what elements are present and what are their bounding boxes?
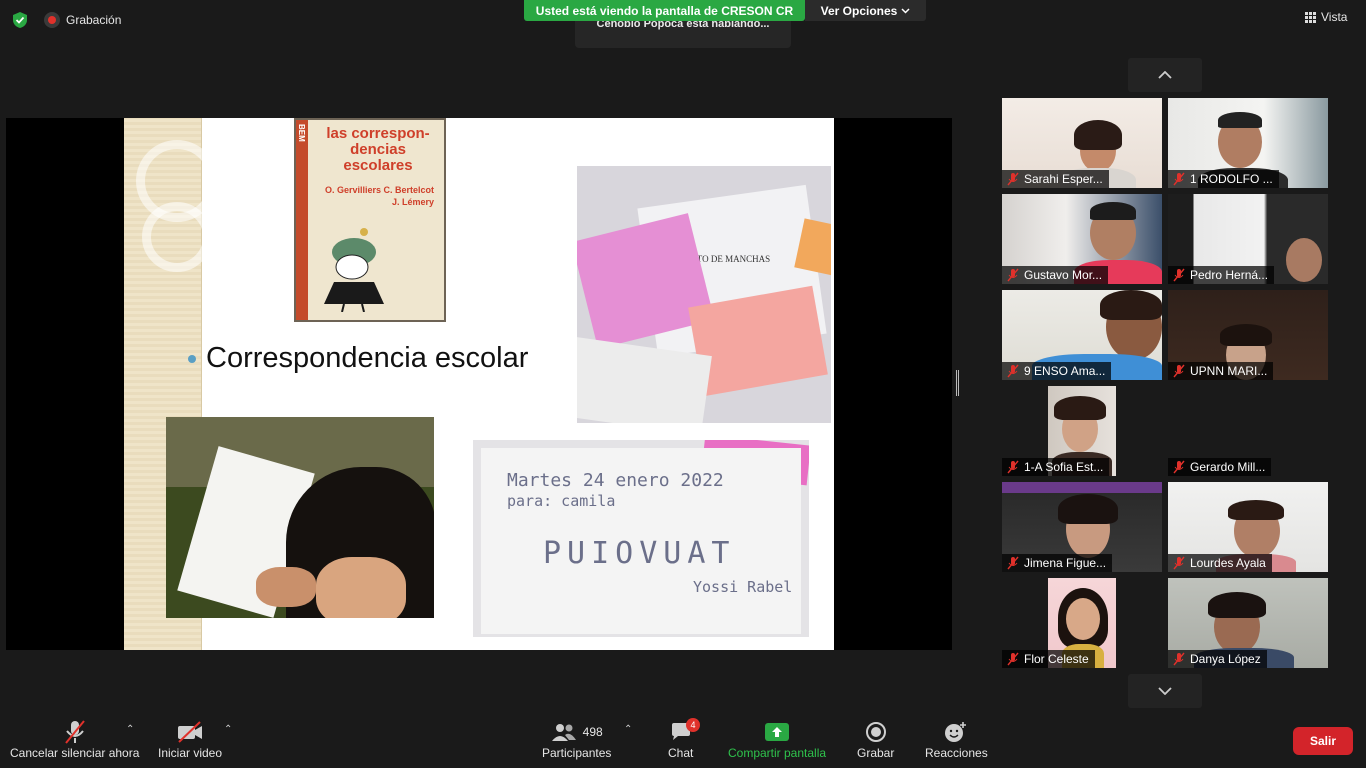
resize-splitter[interactable] <box>956 370 959 396</box>
mic-off-icon <box>1007 652 1019 666</box>
mic-off-icon <box>1173 556 1185 570</box>
girl-reading-photo <box>166 417 434 618</box>
start-video-label: Iniciar video <box>158 746 223 760</box>
participants-button[interactable]: 498 Participantes <box>542 718 611 760</box>
view-button[interactable]: Vista <box>1305 10 1347 24</box>
participant-tile[interactable]: Flor Celeste <box>1002 578 1162 668</box>
participant-tile[interactable]: Jimena Figue... <box>1002 482 1162 572</box>
share-screen-icon <box>764 718 790 746</box>
participant-name: Jimena Figue... <box>1024 556 1107 570</box>
participant-tile[interactable]: 1-A Sofia Est... <box>1002 386 1162 476</box>
share-screen-button[interactable]: Compartir pantalla <box>728 718 826 760</box>
participant-name: 1 RODOLFO ... <box>1190 172 1273 186</box>
participant-name: Gerardo Mill... <box>1190 460 1266 474</box>
reactions-icon <box>944 718 968 746</box>
participant-name: Lourdes Ayala <box>1190 556 1266 570</box>
record-label: Grabar <box>857 746 895 760</box>
participant-tile[interactable]: Sarahi Esper... <box>1002 98 1162 188</box>
participant-name: Sarahi Esper... <box>1024 172 1103 186</box>
participant-tile[interactable]: Pedro Herná... <box>1168 194 1328 284</box>
participant-tile[interactable]: Lourdes Ayala <box>1168 482 1328 572</box>
mic-off-icon <box>1173 172 1185 186</box>
mic-off-icon <box>1007 268 1019 282</box>
view-label: Vista <box>1321 10 1348 24</box>
mic-off-icon <box>1007 460 1019 474</box>
participant-tile[interactable]: UPNN MARI... <box>1168 290 1328 380</box>
participant-tile[interactable]: Gerardo Mill... <box>1168 386 1328 476</box>
gallery-scroll-up-button[interactable] <box>1128 58 1202 92</box>
start-video-button[interactable]: Iniciar video <box>158 718 222 760</box>
video-options-caret-icon[interactable]: ⌃ <box>224 724 232 735</box>
mic-off-icon <box>1007 364 1019 378</box>
note-to-line: para: camila <box>507 492 616 510</box>
chevron-up-icon <box>1158 71 1172 79</box>
note-date-line: Martes 24 enero 2022 <box>507 470 724 491</box>
participant-name: Flor Celeste <box>1024 652 1089 666</box>
handwritten-note-photo: Martes 24 enero 2022 para: camila PUIOVU… <box>473 440 809 637</box>
participant-tile[interactable]: Danya López <box>1168 578 1328 668</box>
mic-off-icon <box>1007 172 1019 186</box>
mute-label: Cancelar silenciar ahora <box>10 746 140 760</box>
letters-photo: UN CUENTO DE MANCHAS <box>577 166 831 423</box>
view-options-label: Ver Opciones <box>820 3 898 18</box>
mic-off-icon <box>1173 460 1185 474</box>
participant-tile[interactable]: Gustavo Mor... <box>1002 194 1162 284</box>
participants-options-caret-icon[interactable]: ⌃ <box>624 724 632 735</box>
participant-tile[interactable]: 1 RODOLFO ... <box>1168 98 1328 188</box>
chat-label: Chat <box>668 746 694 760</box>
participant-name: Pedro Herná... <box>1190 268 1269 282</box>
view-options-button[interactable]: Ver Opciones <box>805 0 926 21</box>
book-title: las correspon- dencias escolares <box>326 125 430 174</box>
gallery-scroll-down-button[interactable] <box>1128 674 1202 708</box>
chevron-down-icon <box>1158 687 1172 695</box>
decorative-ring <box>142 202 212 272</box>
participants-count: 498 <box>582 725 603 739</box>
note-signature: Yossi Rabel <box>693 578 793 596</box>
participant-name: UPNN MARI... <box>1190 364 1268 378</box>
book-authors: O. Gervilliers C. Bertelcot J. Lémery <box>324 185 434 207</box>
participants-label: Participantes <box>542 746 612 760</box>
security-shield-icon[interactable] <box>10 10 30 30</box>
recording-icon[interactable] <box>44 12 60 28</box>
note-big-text: PUIOVUAT <box>543 536 736 571</box>
participant-name: Gustavo Mor... <box>1024 268 1103 282</box>
participant-tile[interactable]: 9 ENSO Ama... <box>1002 290 1162 380</box>
leave-button[interactable]: Salir <box>1293 727 1353 755</box>
book-spine-label: BEM <box>297 124 306 142</box>
mic-off-icon <box>63 718 87 746</box>
participant-name: 9 ENSO Ama... <box>1024 364 1106 378</box>
mic-off-icon <box>1173 364 1185 378</box>
participant-name: Danya López <box>1190 652 1261 666</box>
audio-options-caret-icon[interactable]: ⌃ <box>126 724 134 735</box>
presentation-slide: BEM las correspon- dencias escolares O. … <box>124 118 834 650</box>
grid-view-icon <box>1305 11 1316 23</box>
screen-share-banner: Usted está viendo la pantalla de CRESON … <box>524 0 805 21</box>
video-off-icon <box>176 718 204 746</box>
mic-off-icon <box>1007 556 1019 570</box>
recording-label: Grabación <box>66 13 122 27</box>
record-button[interactable]: Grabar <box>857 718 894 760</box>
reactions-button[interactable]: Reacciones <box>925 718 988 760</box>
record-icon <box>865 718 887 746</box>
mic-off-icon <box>1173 268 1185 282</box>
mute-button[interactable]: Cancelar silenciar ahora <box>10 718 139 760</box>
participant-name: 1-A Sofia Est... <box>1024 460 1104 474</box>
share-screen-label: Compartir pantalla <box>728 746 827 760</box>
book-cover-image: BEM las correspon- dencias escolares O. … <box>294 118 446 322</box>
chat-unread-badge: 4 <box>686 718 700 732</box>
chevron-down-icon <box>901 7 910 14</box>
reactions-label: Reacciones <box>925 746 988 760</box>
slide-bullet <box>188 355 196 363</box>
book-illustration <box>324 228 384 312</box>
mic-off-icon <box>1173 652 1185 666</box>
slide-bullet-text: Correspondencia escolar <box>206 342 529 374</box>
participants-icon <box>551 724 576 741</box>
